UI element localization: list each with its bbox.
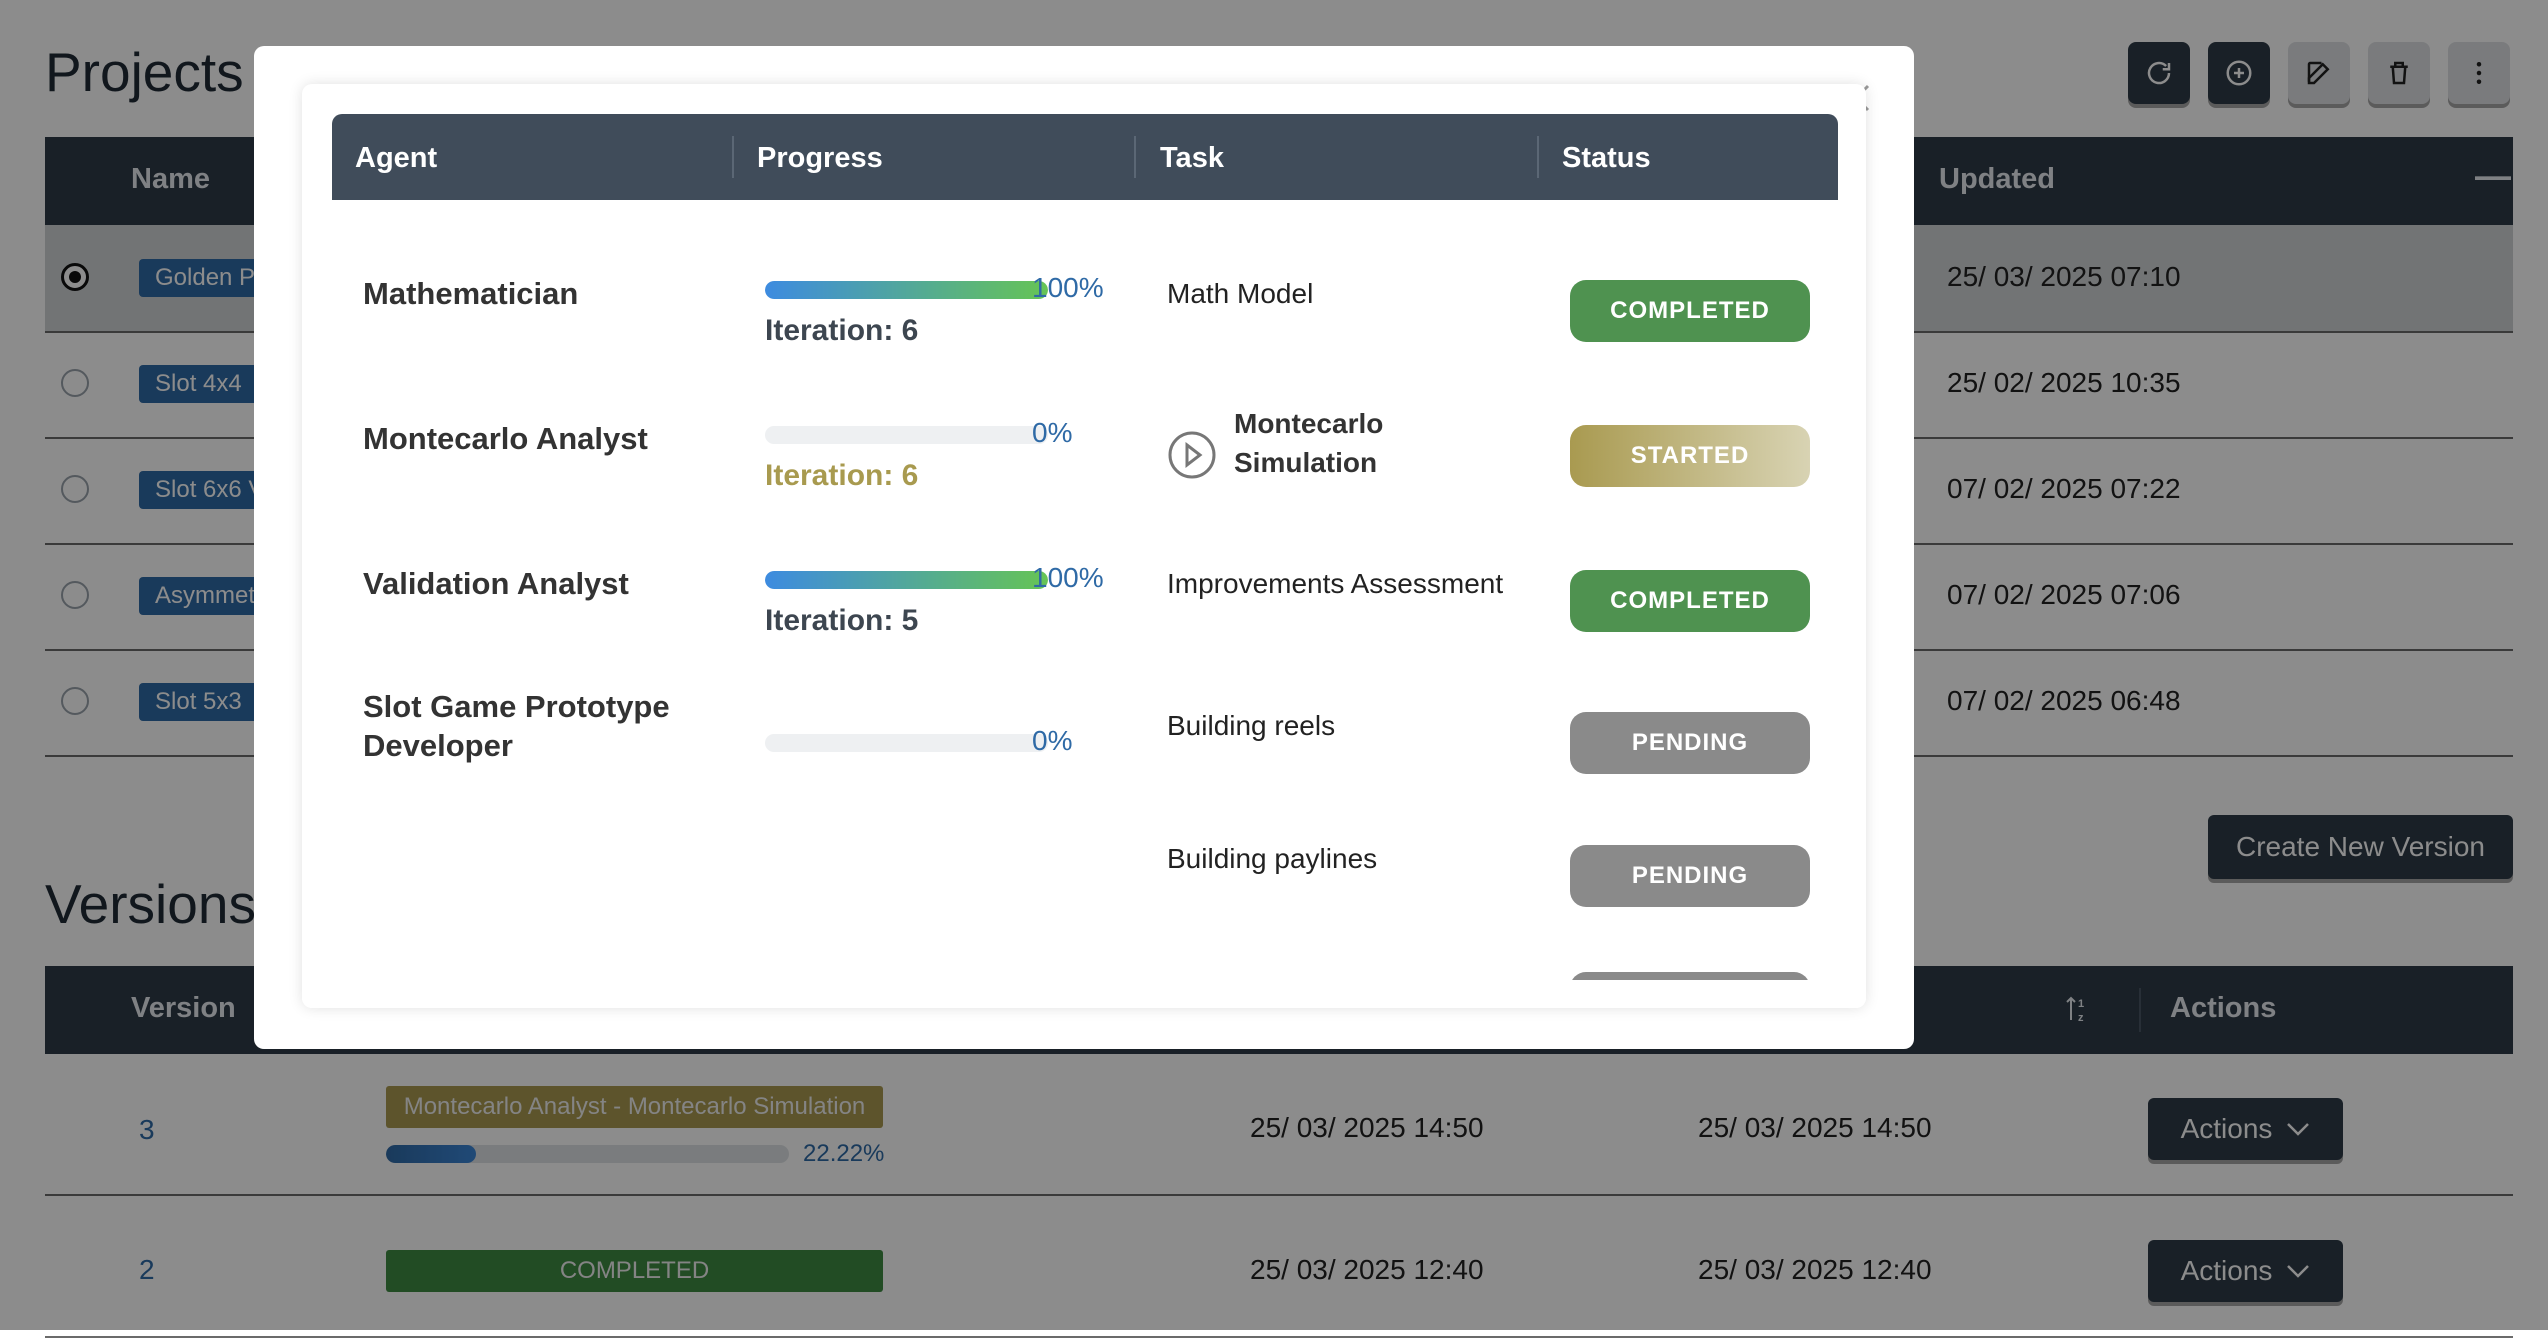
header-divider (1537, 136, 1539, 178)
status-badge: COMPLETED (1570, 570, 1810, 632)
status-badge: PENDING (1570, 712, 1810, 774)
scroll-clip (302, 980, 1866, 1008)
agents-card: Agent Progress Task Status Mathematician… (302, 84, 1866, 1008)
column-progress: Progress (757, 142, 883, 174)
agent-name: Mathematician (363, 276, 579, 311)
agent-progress-pct: 100% (1032, 272, 1104, 303)
task-label: Math Model (1167, 278, 1314, 309)
status-badge: STARTED (1570, 425, 1810, 487)
agent-name: Validation Analyst (363, 566, 629, 601)
status-badge: COMPLETED (1570, 280, 1810, 342)
progress-fill (765, 281, 1048, 299)
agent-progress-pct: 100% (1032, 562, 1104, 593)
iteration-label: Iteration: 5 (765, 604, 919, 637)
agent-name-line2: Developer (363, 728, 513, 763)
agent-progress-bar (765, 571, 1048, 589)
header-divider (732, 136, 734, 178)
agents-progress-modal: Agent Progress Task Status Mathematician… (254, 46, 1914, 1049)
agent-progress-pct: 0% (1032, 725, 1073, 756)
task-label-line1: Montecarlo (1234, 408, 1384, 439)
task-label: Building reels (1167, 710, 1336, 741)
task-label: Building paylines (1167, 843, 1378, 874)
iteration-label: Iteration: 6 (765, 459, 919, 492)
column-agent: Agent (355, 142, 438, 174)
progress-fill (765, 571, 1048, 589)
agent-name: Montecarlo Analyst (363, 421, 648, 456)
agent-name-line1: Slot Game Prototype (363, 689, 670, 724)
agent-progress-bar (765, 734, 1048, 752)
play-circle-icon[interactable] (1167, 430, 1217, 480)
column-task: Task (1160, 142, 1224, 174)
header-divider (1134, 136, 1136, 178)
agent-progress-bar (765, 426, 1048, 444)
column-status: Status (1562, 142, 1651, 174)
task-label-line2: Simulation (1234, 447, 1378, 478)
agent-progress-bar (765, 281, 1048, 299)
agents-table-header: Agent Progress Task Status (332, 114, 1838, 200)
agent-progress-pct: 0% (1032, 417, 1073, 448)
status-badge: PENDING (1570, 845, 1810, 907)
iteration-label: Iteration: 6 (765, 314, 919, 347)
task-label: Improvements Assessment (1167, 568, 1504, 599)
